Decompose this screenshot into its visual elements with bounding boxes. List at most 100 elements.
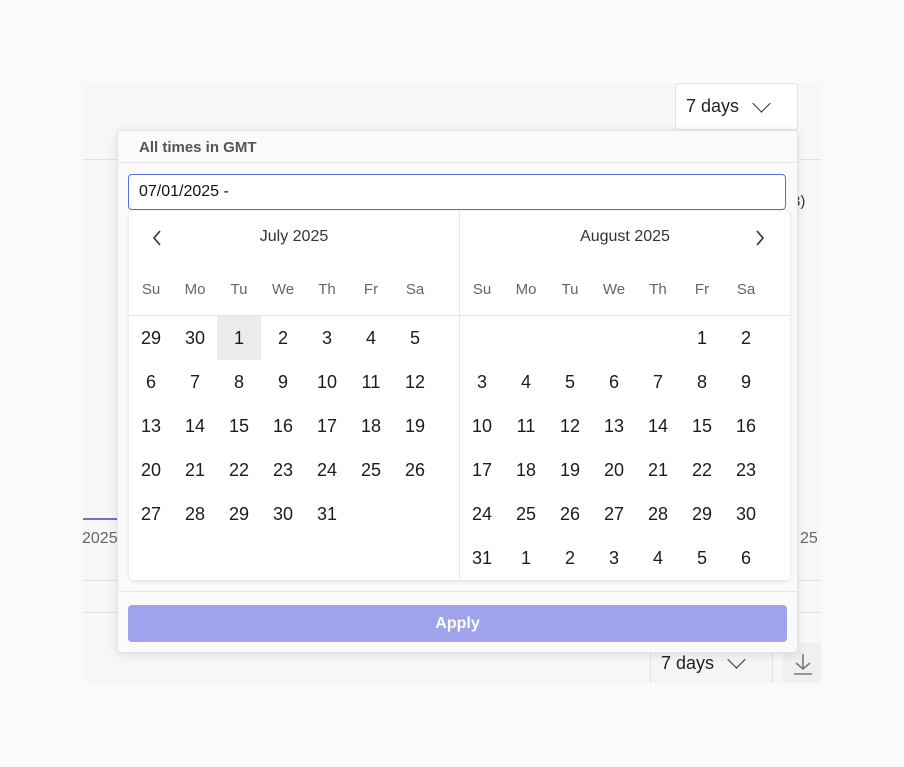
day-cell[interactable]: 11 [349,360,393,404]
day-cell[interactable]: 25 [504,492,548,536]
day-cell[interactable]: 5 [548,360,592,404]
day-cell[interactable]: 10 [460,404,504,448]
day-cell[interactable]: 17 [460,448,504,492]
empty-day-cell [349,492,393,536]
day-cell[interactable]: 16 [724,404,768,448]
day-cell[interactable]: 23 [724,448,768,492]
day-cell[interactable]: 22 [217,448,261,492]
weekday-label: Fr [363,281,379,298]
day-cell[interactable]: 8 [217,360,261,404]
day-cell[interactable]: 5 [393,316,437,360]
day-cell[interactable]: 8 [680,360,724,404]
weekday-label: Tu [561,281,579,298]
axis-label-fragment: 2025 [82,530,118,547]
day-cell[interactable]: 26 [393,448,437,492]
day-cell[interactable]: 28 [636,492,680,536]
time-range-dropdown[interactable]: 7 days [675,83,798,130]
day-cell[interactable]: 14 [636,404,680,448]
time-range-value: 7 days [661,652,715,673]
week-row: 3456789 [460,360,768,404]
day-cell[interactable]: 13 [129,404,173,448]
day-cell[interactable]: 9 [724,360,768,404]
week-row: 12 [460,316,768,360]
day-cell-selected[interactable]: 1 [217,316,261,360]
date-range-input[interactable] [128,174,786,210]
apply-button[interactable]: Apply [128,605,787,642]
day-cell[interactable]: 20 [592,448,636,492]
day-cell[interactable]: 7 [636,360,680,404]
day-cell[interactable]: 12 [393,360,437,404]
day-cell[interactable]: 3 [592,536,636,580]
day-cell[interactable]: 19 [393,404,437,448]
day-cell[interactable]: 9 [261,360,305,404]
day-cell[interactable]: 11 [504,404,548,448]
day-cell[interactable]: 3 [305,316,349,360]
empty-day-cell [548,316,592,360]
chevron-down-icon [752,93,771,113]
weekday-header: Su Mo Tu We Th Fr Sa [460,281,768,298]
weekday-label: Sa [405,281,425,298]
day-cell[interactable]: 3 [460,360,504,404]
day-cell[interactable]: 15 [217,404,261,448]
day-cell[interactable]: 24 [460,492,504,536]
day-cell[interactable]: 12 [548,404,592,448]
day-cell[interactable]: 14 [173,404,217,448]
weekday-label: We [271,281,295,298]
day-cell[interactable]: 23 [261,448,305,492]
day-cell[interactable]: 20 [129,448,173,492]
day-cell[interactable]: 19 [548,448,592,492]
empty-day-cell [504,316,548,360]
day-cell[interactable]: 2 [548,536,592,580]
day-cell[interactable]: 29 [217,492,261,536]
day-cell[interactable]: 18 [349,404,393,448]
day-grid: 1 2 3 4 5 6 7 8 9 10 11 12 13 14 15 16 17 18 19 20 21 22 23 24 2… [460,316,768,580]
day-cell[interactable]: 28 [173,492,217,536]
day-cell[interactable]: 10 [305,360,349,404]
day-cell[interactable]: 25 [349,448,393,492]
day-cell[interactable]: 29 [129,316,173,360]
timezone-label: All times in GMT [139,139,257,156]
day-grid: 29 30 1 2 3 4 5 6 7 8 9 10 11 12 13 14 15 16 17 18 19 20 21 22 2… [129,316,437,536]
day-cell[interactable]: 21 [173,448,217,492]
day-cell[interactable]: 13 [592,404,636,448]
day-cell[interactable]: 30 [261,492,305,536]
day-cell[interactable]: 4 [349,316,393,360]
day-cell[interactable]: 7 [173,360,217,404]
day-cell[interactable]: 1 [504,536,548,580]
day-cell[interactable]: 30 [173,316,217,360]
day-cell[interactable]: 21 [636,448,680,492]
weekday-label: Tu [230,281,248,298]
day-cell[interactable]: 22 [680,448,724,492]
month-title: August 2025 [580,228,670,245]
next-month-button[interactable] [747,225,773,251]
day-cell[interactable]: 6 [592,360,636,404]
day-cell[interactable]: 18 [504,448,548,492]
weekday-label: Su [472,281,492,298]
day-cell[interactable]: 24 [305,448,349,492]
day-cell[interactable]: 17 [305,404,349,448]
day-cell[interactable]: 15 [680,404,724,448]
day-cell[interactable]: 6 [724,536,768,580]
week-row: 24 25 26 27 28 29 30 [460,492,768,536]
day-cell[interactable]: 29 [680,492,724,536]
day-cell[interactable]: 27 [129,492,173,536]
day-cell[interactable]: 31 [305,492,349,536]
day-cell[interactable]: 4 [636,536,680,580]
empty-day-cell [636,316,680,360]
divider [118,591,797,592]
week-row: 6 7 8 9 10 11 12 [129,360,437,404]
empty-day-cell [393,492,437,536]
day-cell[interactable]: 31 [460,536,504,580]
day-cell[interactable]: 5 [680,536,724,580]
day-cell[interactable]: 30 [724,492,768,536]
day-cell[interactable]: 1 [680,316,724,360]
week-row: 27 28 29 30 31 [129,492,437,536]
day-cell[interactable]: 2 [261,316,305,360]
day-cell[interactable]: 26 [548,492,592,536]
day-cell[interactable]: 27 [592,492,636,536]
day-cell[interactable]: 2 [724,316,768,360]
day-cell[interactable]: 6 [129,360,173,404]
day-cell[interactable]: 16 [261,404,305,448]
month-august: August 2025 Su Mo Tu We Th Fr Sa 1 2 3 4 5 6 7 8 9 10 11… [460,211,790,580]
day-cell[interactable]: 4 [504,360,548,404]
